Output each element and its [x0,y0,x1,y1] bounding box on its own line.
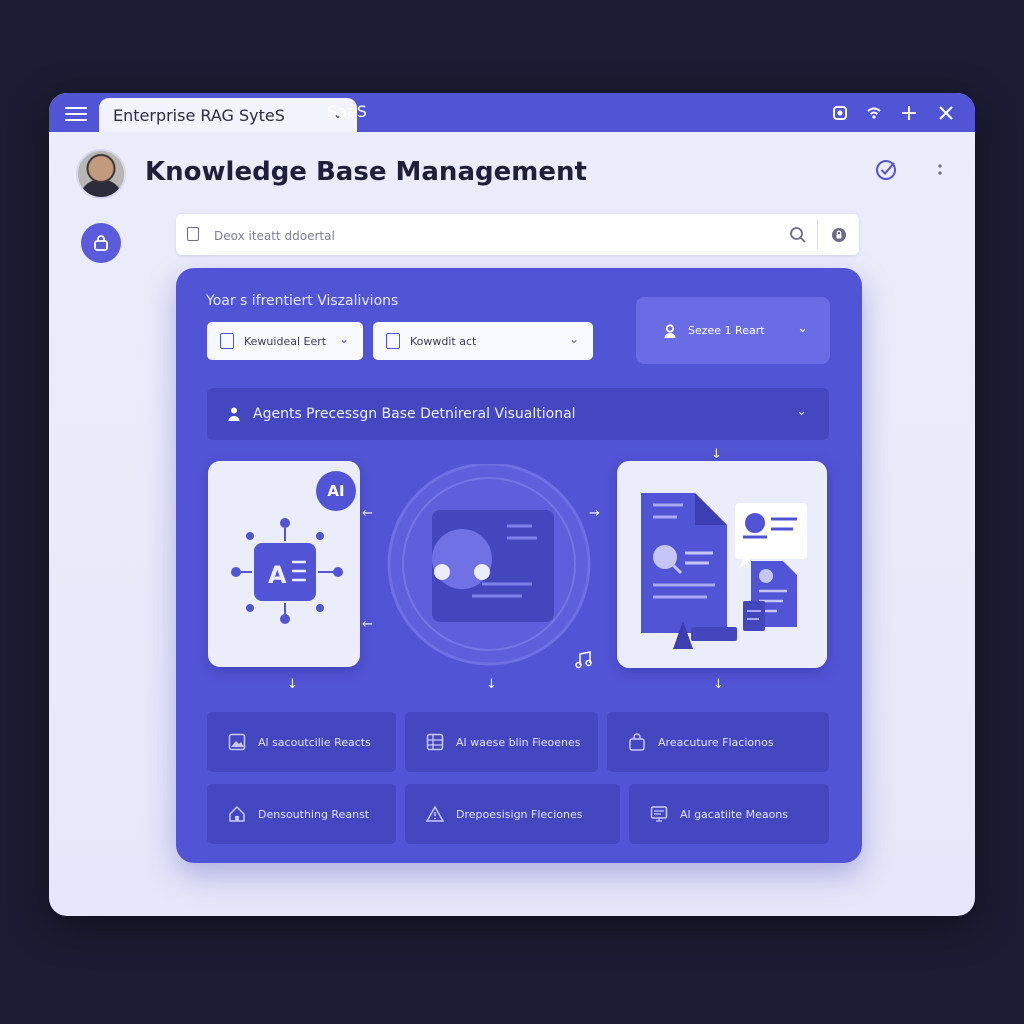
avatar[interactable] [76,149,126,199]
result-label: Al gacatiite Meaons [680,807,789,821]
search-bar [176,214,859,255]
dropdown-label: Kowwdit act [410,334,477,348]
svg-text:A: A [268,561,287,589]
image-icon [228,733,246,751]
tab-enterprise-rag[interactable]: Enterprise RAG SyteS ⌄ [99,98,357,132]
lock-icon[interactable] [829,225,849,245]
divider [817,220,818,249]
arrow-left-icon: ← [362,617,373,632]
result-label: Densouthing Reanst [258,807,370,821]
chevron-down-icon: ⌄ [796,404,807,419]
music-note-icon [575,651,592,669]
page-title: Knowledge Base Management [145,157,587,187]
result-tile[interactable]: Densouthing Reanst [207,784,396,844]
arrow-down-icon: ↓ [713,677,724,692]
bag-icon [629,733,645,751]
result-tile[interactable]: Al gacatiite Meaons [629,784,829,844]
documents-icon [641,493,807,649]
visualization-panel: Yoar s ifrentiert Viszalivions Kewuideal… [176,268,862,863]
hamburger-menu-icon[interactable] [65,104,87,122]
result-tile[interactable]: Al sacoutcilie Reacts [207,712,396,772]
dropdown-knowdit[interactable]: Kowwdit act ⌄ [373,322,593,360]
tab-label: Enterprise RAG SyteS [113,105,285,125]
select-button-label: Sezee 1 Reart [688,324,765,337]
more-vertical-icon[interactable] [927,157,953,183]
chevron-down-icon: ⌄ [568,332,579,346]
result-label: Al waese blin Fieoenes [456,735,581,749]
document-icon [187,227,199,241]
grid-icon [426,733,444,751]
home-icon [229,805,245,822]
camera-icon[interactable] [829,102,851,124]
wifi-icon[interactable] [863,102,885,124]
user-icon [664,323,676,338]
title-bar: Enterprise RAG SyteS ⌄ SaaS + [49,93,975,132]
ai-badge: AI [316,471,356,511]
search-icon[interactable] [788,225,808,245]
agents-processing-dropdown[interactable]: Agents Precessgn Base Detnireral Visualt… [207,388,829,440]
processing-node-icon [387,464,591,666]
tab-saas[interactable]: SaaS [327,102,367,121]
app-window: Enterprise RAG SyteS ⌄ SaaS + Knowledge … [49,93,975,916]
result-tile[interactable]: Al waese blin Fieoenes [405,712,598,772]
user-icon [228,407,240,421]
result-label: Drepoesisign Fleciones [456,807,583,821]
dropdown-knowledge[interactable]: Kewuideal Eert ⌄ [207,322,363,360]
result-tile[interactable]: Areacuture Flacionos [607,712,829,772]
result-label: Areacuture Flacionos [658,735,774,749]
chart-document-icon [386,333,400,349]
warning-icon [426,805,444,822]
select-report-button[interactable]: Sezee 1 Reart ⌄ [636,297,830,364]
result-label: Al sacoutcilie Reacts [258,735,371,749]
document-icon [220,333,234,349]
arrow-down-icon: ↓ [486,677,497,692]
search-input[interactable] [212,222,776,249]
panel-label: Yoar s ifrentiert Viszalivions [206,293,399,309]
monitor-icon [650,806,668,822]
plus-icon[interactable]: + [898,101,920,126]
arrow-down-icon: ↓ [287,677,298,692]
check-circle-icon[interactable] [873,157,899,183]
agents-bar-label: Agents Precessgn Base Detnireral Visualt… [253,406,576,422]
arrow-down-icon: ↓ [711,447,722,462]
documents-card[interactable] [617,461,827,668]
lock-icon[interactable] [81,223,121,263]
close-icon[interactable] [935,102,957,124]
chevron-down-icon: ⌄ [338,332,349,346]
chevron-down-icon: ⌄ [797,321,808,336]
dropdown-label: Kewuideal Eert [244,334,327,348]
arrow-left-icon: ← [362,506,373,521]
result-tile[interactable]: Drepoesisign Fleciones [405,784,620,844]
